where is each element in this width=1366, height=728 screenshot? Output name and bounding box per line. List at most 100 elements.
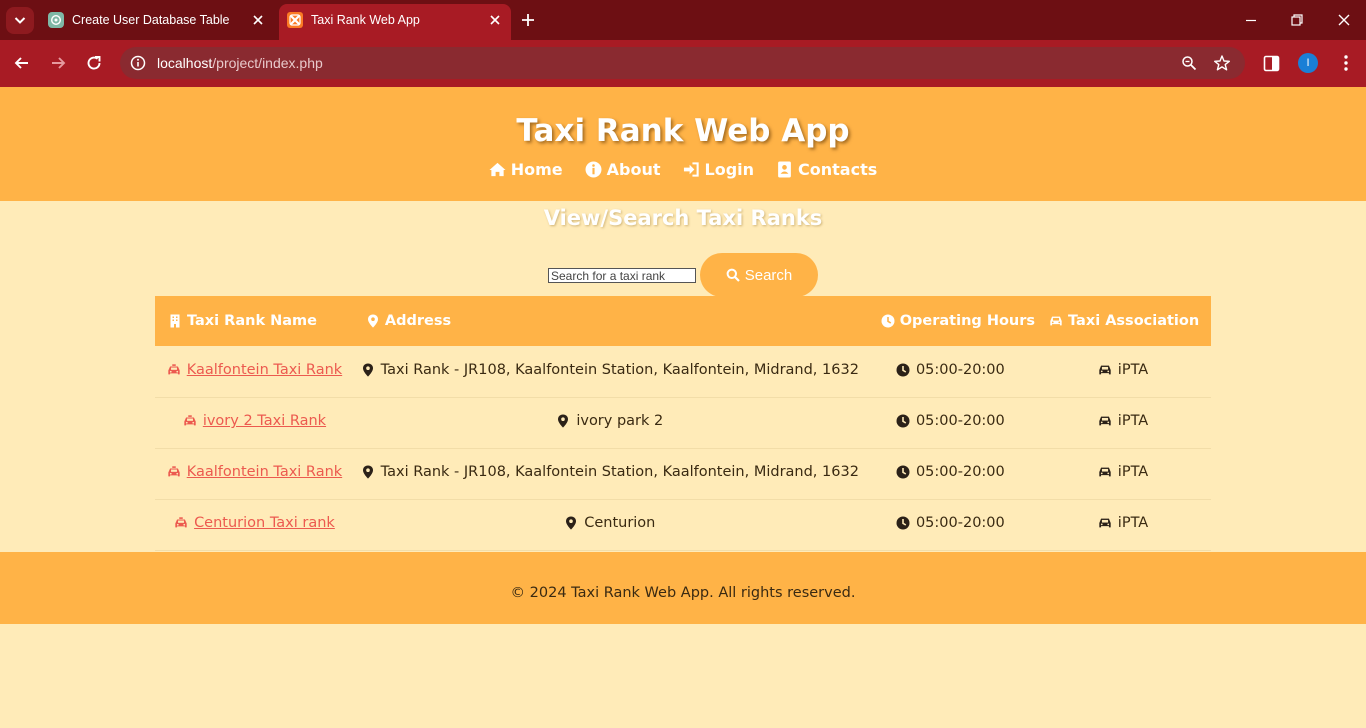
taxi-icon (175, 517, 187, 528)
car-icon (1099, 467, 1111, 477)
main-nav: Home About Login Contacts (0, 160, 1366, 179)
table-header-row: Taxi Rank Name Address Operating Hours T… (155, 296, 1211, 346)
column-header-hours: Operating Hours (866, 296, 1035, 346)
association-text: iPTA (1117, 464, 1149, 480)
building-icon (170, 314, 180, 328)
tab-title: Create User Database Table (72, 13, 230, 27)
taxi-ranks-table: Taxi Rank Name Address Operating Hours T… (155, 296, 1211, 551)
clock-icon (896, 516, 910, 530)
cell-address: Taxi Rank - JR108, Kaalfontein Station, … (354, 346, 866, 397)
cell-association: iPTA (1035, 397, 1211, 448)
car-icon (1099, 518, 1111, 528)
search-input[interactable] (548, 268, 696, 283)
rank-name-text: Centurion Taxi rank (194, 515, 335, 531)
map-marker-icon (362, 363, 373, 377)
zoom-icon[interactable] (1181, 55, 1197, 71)
home-icon (489, 162, 506, 177)
cell-address: Centurion (354, 499, 866, 550)
nav-home-label: Home (510, 160, 563, 179)
url-text: localhost/project/index.php (157, 55, 323, 71)
close-icon[interactable] (489, 14, 501, 26)
browser-tabstrip: Create User Database Table Taxi Rank Web… (0, 0, 1366, 40)
browser-tab[interactable]: Create User Database Table (40, 4, 274, 40)
forward-arrow-icon[interactable] (49, 54, 67, 72)
association-text: iPTA (1117, 515, 1149, 531)
address-text: Taxi Rank - JR108, Kaalfontein Station, … (380, 361, 859, 378)
bookmark-star-icon[interactable] (1213, 54, 1231, 72)
close-window-icon[interactable] (1336, 12, 1352, 28)
table-row: Kaalfontein Taxi Rank Taxi Rank - JR108, … (155, 346, 1211, 397)
cell-rank-name: Kaalfontein Taxi Rank (155, 448, 354, 499)
nav-contacts-label: Contacts (798, 160, 878, 179)
column-header-label: Taxi Rank Name (187, 313, 318, 329)
map-marker-icon (367, 314, 378, 328)
association-text: iPTA (1117, 413, 1149, 429)
cell-hours: 05:00-20:00 (866, 499, 1035, 550)
taxi-icon (184, 415, 196, 426)
footer-copyright: © 2024 Taxi Rank Web App. All rights res… (510, 585, 856, 601)
restore-icon[interactable] (1289, 12, 1305, 28)
site-footer: © 2024 Taxi Rank Web App. All rights res… (0, 552, 1366, 624)
reload-icon[interactable] (85, 54, 103, 72)
address-bar[interactable]: localhost/project/index.php (120, 47, 1245, 79)
minimize-icon[interactable] (1243, 12, 1259, 28)
cell-address: Taxi Rank - JR108, Kaalfontein Station, … (354, 448, 866, 499)
xampp-icon (287, 12, 303, 28)
chevron-down-icon (14, 17, 26, 24)
clock-icon (896, 363, 910, 377)
cell-hours: 05:00-20:00 (866, 397, 1035, 448)
search-button-label: Search (744, 266, 793, 284)
url-host: localhost (157, 55, 213, 71)
search-button[interactable]: Search (700, 253, 818, 297)
info-circle-icon (585, 161, 602, 178)
site-info-icon[interactable] (130, 55, 146, 71)
rank-name-link[interactable]: Centurion Taxi rank (174, 515, 335, 531)
section-title: View/Search Taxi Ranks (543, 206, 823, 230)
site-header: Taxi Rank Web App Home About Login Conta… (0, 87, 1366, 201)
nav-login-label: Login (704, 160, 755, 179)
column-header-label: Operating Hours (899, 313, 1036, 329)
map-marker-icon (566, 516, 577, 530)
nav-home[interactable]: Home (489, 160, 563, 179)
hours-text: 05:00-20:00 (915, 515, 1005, 531)
car-icon (1099, 416, 1111, 426)
taxi-icon (168, 466, 180, 477)
hours-text: 05:00-20:00 (915, 464, 1005, 480)
sign-in-icon (683, 162, 699, 177)
nav-login[interactable]: Login (683, 160, 755, 179)
address-text: ivory park 2 (576, 413, 664, 429)
cell-rank-name: Centurion Taxi rank (155, 499, 354, 550)
column-header-label: Address (384, 313, 452, 329)
chatgpt-icon (48, 12, 64, 28)
browser-tab-active[interactable]: Taxi Rank Web App (279, 4, 511, 40)
cell-rank-name: Kaalfontein Taxi Rank (155, 346, 354, 397)
nav-about[interactable]: About (585, 160, 661, 179)
association-text: iPTA (1117, 361, 1149, 378)
nav-contacts[interactable]: Contacts (776, 160, 877, 179)
table-row: Centurion Taxi rank Centurion 05:00-20:00 i… (155, 499, 1211, 550)
side-panel-icon[interactable] (1263, 55, 1280, 72)
car-icon (1050, 316, 1062, 326)
rank-name-link[interactable]: Kaalfontein Taxi Rank (167, 362, 342, 378)
browser-toolbar: localhost/project/index.php I (0, 40, 1366, 87)
taxi-icon (168, 364, 180, 375)
search-icon (726, 268, 740, 282)
tab-title: Taxi Rank Web App (311, 13, 420, 27)
tab-search-button[interactable] (6, 7, 34, 34)
table-row: Kaalfontein Taxi Rank Taxi Rank - JR108, … (155, 448, 1211, 499)
more-menu-icon[interactable] (1338, 54, 1354, 72)
cell-association: iPTA (1035, 499, 1211, 550)
clock-icon (896, 465, 910, 479)
rank-name-link[interactable]: Kaalfontein Taxi Rank (167, 464, 342, 480)
column-header-association: Taxi Association (1035, 296, 1211, 346)
cell-association: iPTA (1035, 346, 1211, 397)
rank-name-text: Kaalfontein Taxi Rank (186, 464, 343, 480)
rank-name-link[interactable]: ivory 2 Taxi Rank (183, 413, 326, 429)
close-icon[interactable] (252, 14, 264, 26)
cell-hours: 05:00-20:00 (866, 346, 1035, 397)
clock-icon (896, 414, 910, 428)
column-header-address: Address (354, 296, 866, 346)
profile-avatar[interactable]: I (1298, 53, 1318, 73)
back-arrow-icon[interactable] (13, 54, 31, 72)
new-tab-icon[interactable] (520, 12, 536, 28)
